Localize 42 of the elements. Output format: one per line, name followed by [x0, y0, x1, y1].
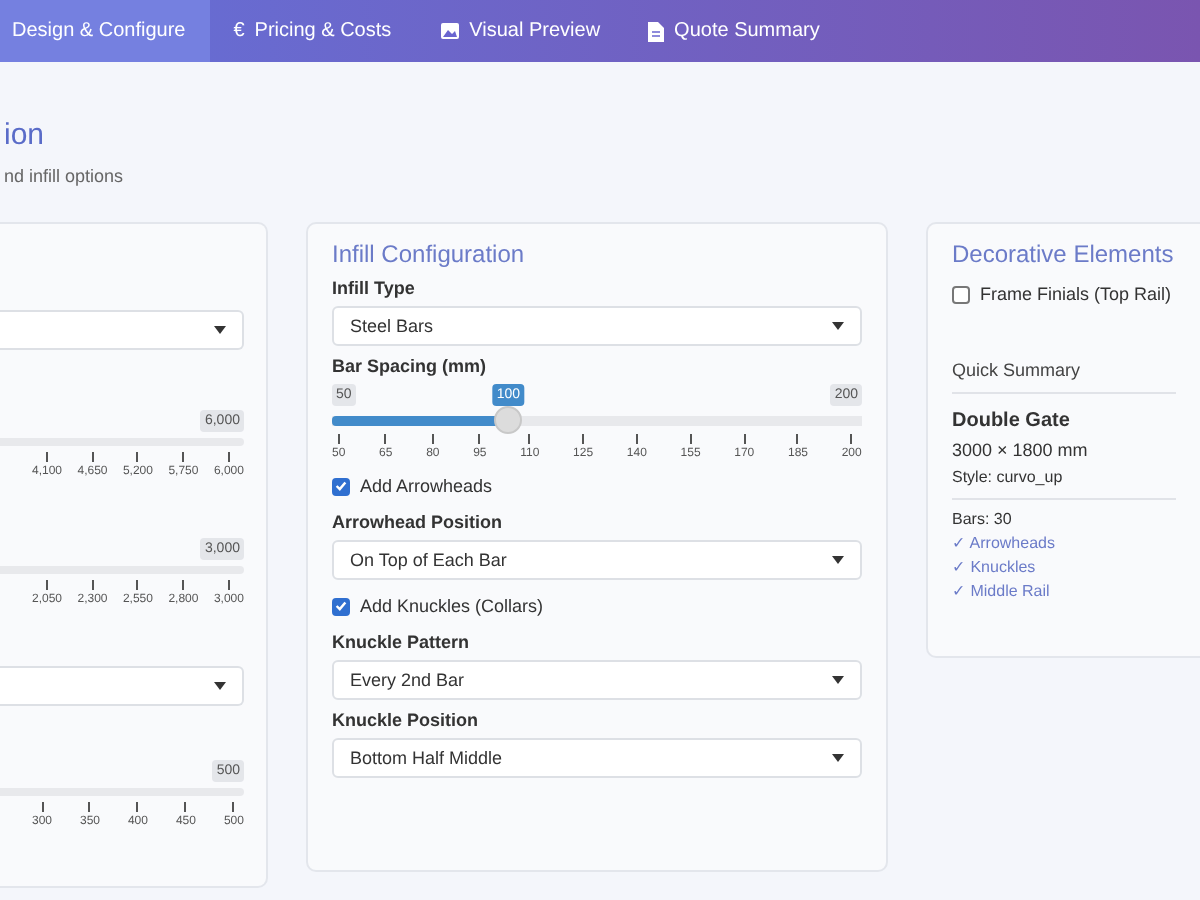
slider-handle[interactable] [494, 406, 523, 434]
dropdown[interactable]: Bottom Half Middle [332, 738, 862, 778]
gate-style: Style: curvo_up [952, 468, 1176, 500]
caret-icon [832, 676, 844, 684]
feature-item: ✓ Knuckles [952, 558, 1038, 576]
summary-heading: Quick Summary [952, 360, 1176, 394]
field-label: Knuckle Position [332, 710, 481, 730]
card-title: Decorative Elements [952, 240, 1176, 268]
nav-tab[interactable]: € Pricing & Costs [209, 0, 416, 62]
caret-icon [832, 754, 844, 762]
field-label: Knuckle Pattern [332, 632, 472, 652]
file-icon [648, 21, 665, 41]
checkbox[interactable] [332, 597, 350, 615]
image-icon [439, 22, 460, 40]
caret-icon [214, 326, 226, 334]
dropdown[interactable]: On Top of Each Bar [332, 540, 862, 580]
feature-item: ✓ Middle Rail [952, 582, 1052, 600]
checkbox-label: Add Knuckles (Collars) [360, 596, 544, 616]
gate-name: Double Gate [952, 410, 1072, 432]
checkbox-label: Add Arrowheads [360, 476, 493, 496]
nav-tab[interactable]: Visual Preview [415, 0, 625, 62]
feature-item: ✓ Arrowheads [952, 534, 1057, 552]
dropdown[interactable] [0, 666, 244, 706]
field-label: Infill Type [332, 278, 417, 298]
field-label: Bar Spacing (mm) [332, 356, 489, 376]
dropdown[interactable]: Every 2nd Bar [332, 660, 862, 700]
dropdown[interactable] [0, 310, 244, 350]
checkbox-label: Frame Finials (Top Rail) [980, 284, 1172, 304]
nav-tab[interactable]: Quote Summary [624, 0, 844, 62]
card-title: Infill Configuration [332, 240, 527, 268]
field-label: Arrowhead Position [332, 512, 505, 532]
checkbox[interactable] [332, 477, 350, 495]
caret-icon [832, 556, 844, 564]
checkbox[interactable] [952, 285, 970, 303]
gate-size: 3000 × 1800 mm [952, 440, 1090, 460]
caret-icon [832, 322, 844, 330]
page-subtitle: nd infill options [4, 166, 124, 186]
caret-icon [214, 682, 226, 690]
page-title: ion [4, 118, 45, 152]
bar-count: Bars: 30 [952, 510, 1014, 528]
nav-tab[interactable]: Design & Configure [0, 0, 210, 62]
dropdown[interactable]: Steel Bars [332, 306, 862, 346]
